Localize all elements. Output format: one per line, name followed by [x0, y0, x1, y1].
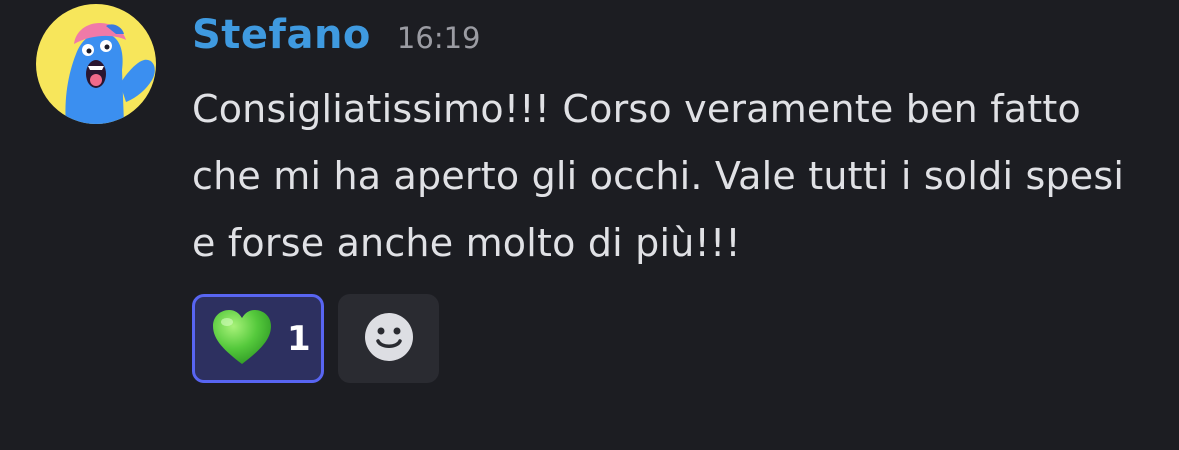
smiley-face-icon — [364, 312, 414, 366]
reaction-count: 1 — [287, 318, 311, 359]
message-header: Stefano 16:19 — [192, 12, 481, 68]
user-avatar[interactable] — [36, 4, 156, 124]
username[interactable]: Stefano — [192, 12, 371, 58]
green-heart-icon — [211, 308, 273, 370]
reactions-bar: 1 — [192, 294, 439, 383]
message-timestamp[interactable]: 16:19 — [397, 21, 481, 55]
chat-message: Stefano 16:19 Consigliatissimo!!! Corso … — [0, 0, 1179, 450]
add-reaction-button[interactable] — [338, 294, 439, 383]
reaction-green-heart[interactable]: 1 — [192, 294, 324, 383]
message-text: Consigliatissimo!!! Corso veramente ben … — [192, 87, 1125, 265]
